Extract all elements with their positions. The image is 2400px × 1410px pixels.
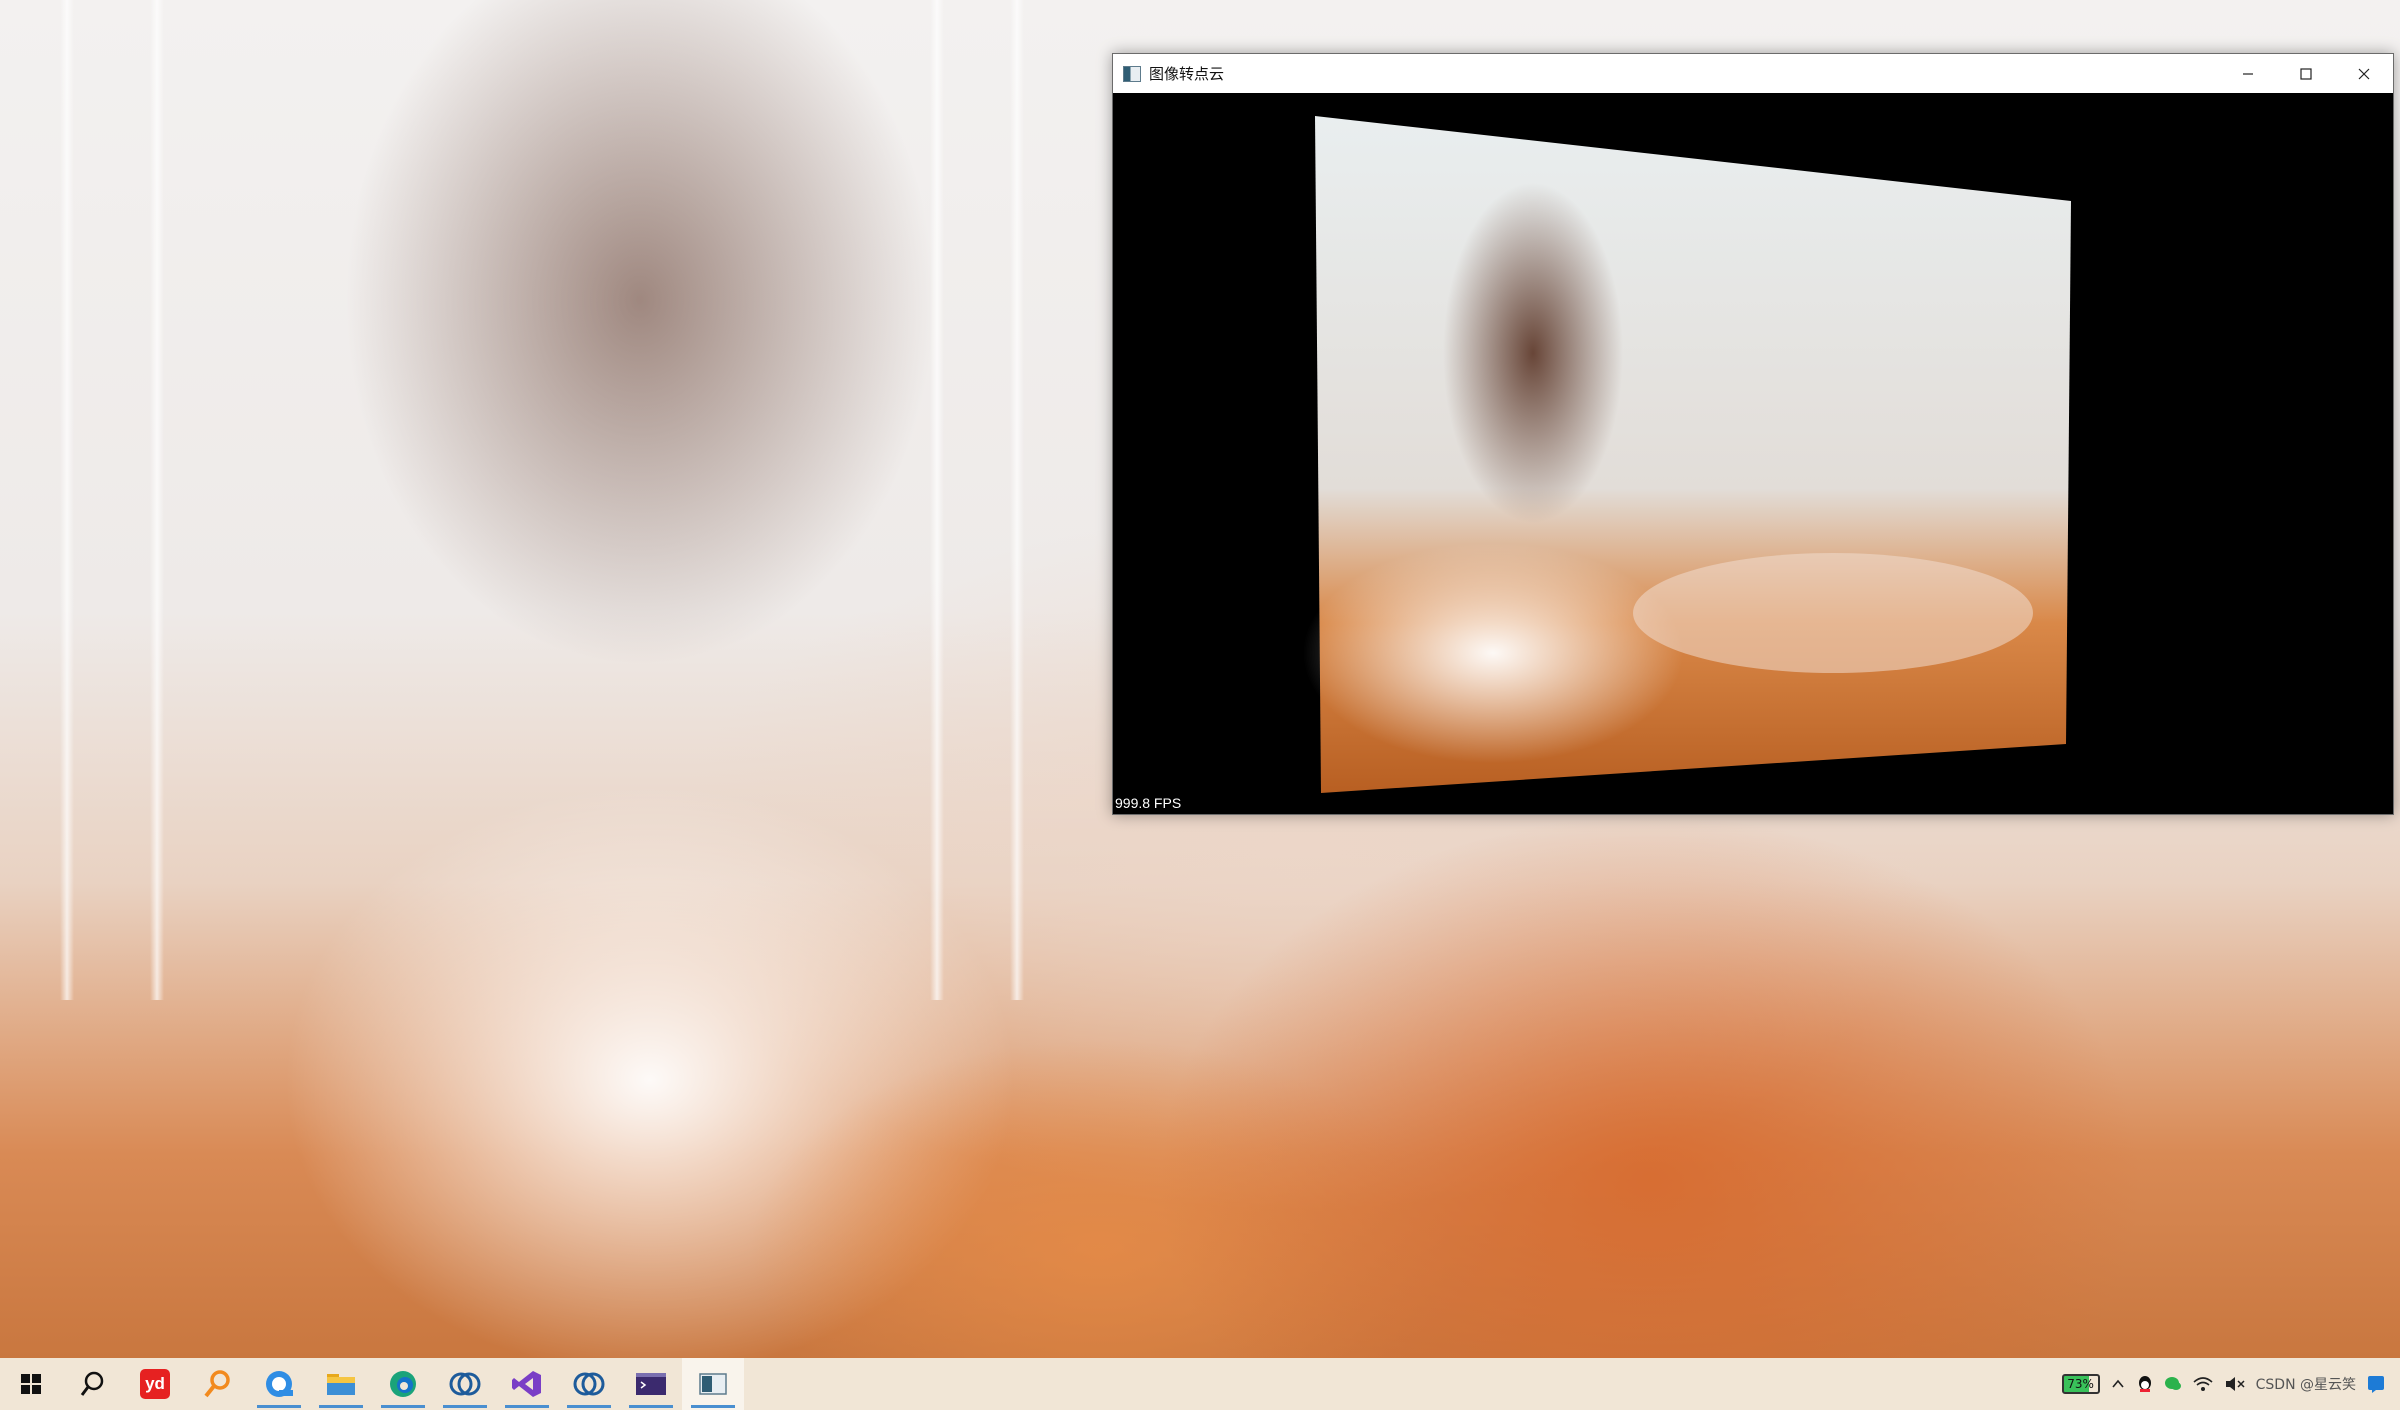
youdao-dict-icon: yd [140,1369,170,1399]
minimize-button[interactable] [2219,54,2277,93]
window-controls [2219,54,2393,93]
search-tool-button[interactable] [186,1358,248,1410]
terminal-button[interactable] [620,1358,682,1410]
system-tray: 73% CSDN @星云笑 [2061,1358,2400,1410]
wallpaper-curtain [930,0,944,1000]
battery-percent: 73% [2067,1377,2094,1391]
maximize-button[interactable] [2277,54,2335,93]
browser-icon [266,1371,293,1397]
cmake-button-1[interactable] [434,1358,496,1410]
magnifier-icon [204,1370,230,1398]
taskbar: yd 73% CSDN @星云笑 [0,1358,2400,1410]
folder-icon [327,1374,355,1395]
cmake-button-2[interactable] [558,1358,620,1410]
cmake-icon [573,1372,605,1396]
close-button[interactable] [2335,54,2393,93]
file-explorer-button[interactable] [310,1358,372,1410]
watermark-text: CSDN @星云笑 [2255,1377,2356,1393]
volume-muted-icon[interactable] [2224,1375,2246,1393]
edge-icon [390,1371,416,1397]
windows-logo-icon [21,1374,41,1394]
dress-region [1303,543,1683,763]
start-button[interactable] [0,1358,62,1410]
visual-studio-icon [512,1371,541,1397]
point-cloud-viewport[interactable]: 999.8 FPS [1113,93,2393,813]
chevron-up-icon[interactable] [2110,1376,2126,1392]
wechat-icon[interactable] [2164,1375,2182,1393]
wifi-icon[interactable] [2192,1375,2214,1393]
legs-region [1633,553,2033,673]
wallpaper-curtain [1010,0,1024,1000]
point-cloud-render [1303,116,2071,793]
wallpaper-curtain [150,0,164,1000]
close-icon [2358,68,2370,79]
wallpaper-curtain [60,0,74,1000]
battery-indicator[interactable]: 73% [2061,1374,2100,1394]
search-button[interactable] [62,1358,124,1410]
search-icon [80,1371,104,1396]
notification-icon[interactable] [2366,1374,2386,1394]
minimize-icon [2243,72,2253,75]
window-title: 图像转点云 [1149,65,1225,83]
visual-studio-button[interactable] [496,1358,558,1410]
youdao-dict-button[interactable]: yd [124,1358,186,1410]
browser-button[interactable] [248,1358,310,1410]
youdao-dict-label: yd [145,1374,165,1393]
hair-region [1443,183,1623,523]
app-icon [1123,65,1141,82]
edge-button[interactable] [372,1358,434,1410]
qq-icon[interactable] [2136,1374,2154,1394]
terminal-icon [636,1373,666,1395]
point-cloud-window: 图像转点云 999.8 FPS [1112,53,2394,815]
maximize-icon [2300,67,2312,80]
fps-counter: 999.8 FPS [1115,795,1182,811]
cmake-icon [449,1372,481,1396]
point-cloud-app-icon [699,1373,727,1395]
point-cloud-app-button[interactable] [682,1358,744,1410]
window-titlebar[interactable]: 图像转点云 [1113,54,2393,93]
